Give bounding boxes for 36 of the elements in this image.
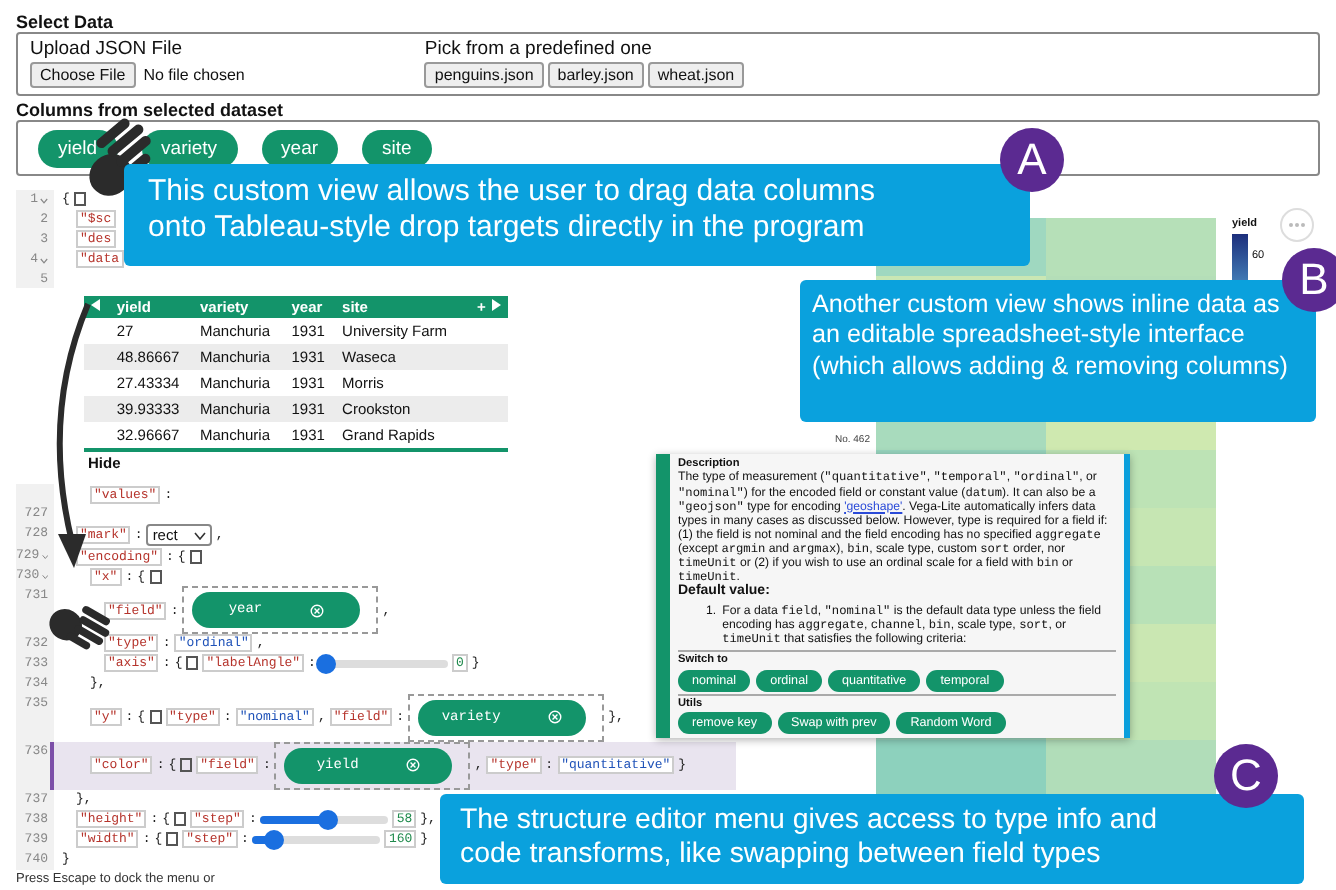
remove-icon[interactable] xyxy=(406,758,421,773)
toggle-icon[interactable] xyxy=(149,569,162,584)
slider-thumb[interactable] xyxy=(317,809,338,830)
dataset-button[interactable]: wheat.json xyxy=(647,62,745,88)
toggle-icon[interactable] xyxy=(73,192,86,207)
fold-caret-icon[interactable] xyxy=(40,257,48,264)
dataset-button[interactable]: barley.json xyxy=(547,62,644,88)
file-status: No file chosen xyxy=(143,66,245,84)
toggle-icon[interactable] xyxy=(189,549,202,564)
scroll-right-icon[interactable] xyxy=(490,298,502,313)
slider[interactable] xyxy=(252,829,381,850)
annotation-callout: The structure editor menu gives access to type info and code transforms, like swapping between field types xyxy=(440,794,1304,884)
scroll-left-icon[interactable] xyxy=(90,298,102,313)
column-chip[interactable]: site xyxy=(362,129,432,167)
slider[interactable] xyxy=(260,809,389,830)
caret-icon xyxy=(193,531,206,540)
slider-thumb[interactable] xyxy=(264,829,285,850)
fold-caret-icon[interactable] xyxy=(40,198,48,204)
remove-icon[interactable] xyxy=(310,603,325,618)
dataset-button[interactable]: penguins.json xyxy=(424,62,544,88)
choose-file-button[interactable]: Choose File xyxy=(30,62,136,88)
toggle-icon[interactable] xyxy=(149,710,162,725)
predefined-label: Pick from a predefined one xyxy=(424,38,654,60)
toggle-icon[interactable] xyxy=(180,758,193,773)
fold-caret-icon[interactable] xyxy=(41,554,48,561)
more-icon xyxy=(1288,222,1306,228)
column-chip[interactable]: year xyxy=(261,129,339,167)
section-title: Select Data xyxy=(16,12,116,32)
slider-thumb[interactable] xyxy=(316,653,337,674)
slider[interactable] xyxy=(319,653,448,674)
remove-icon[interactable] xyxy=(548,710,563,725)
section-title: Columns from selected dataset xyxy=(16,100,286,120)
annotation-badge: C xyxy=(1214,744,1278,808)
upload-label: Upload JSON File xyxy=(30,38,185,60)
toggle-icon[interactable] xyxy=(186,656,199,671)
fold-caret-icon[interactable] xyxy=(41,574,48,581)
